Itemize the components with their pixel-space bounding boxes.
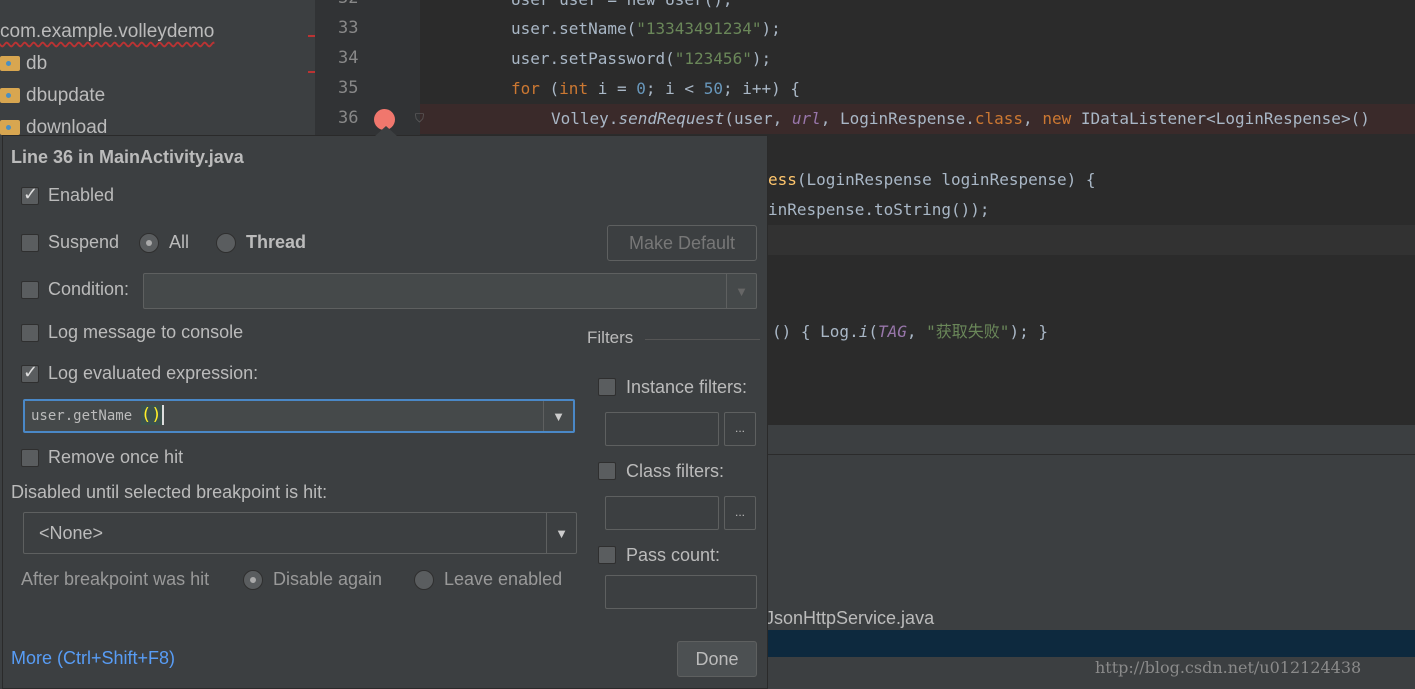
folder-db[interactable]: db <box>0 53 47 75</box>
code-line-32: User user = new User(); <box>511 0 733 9</box>
class-filters-input[interactable] <box>605 496 719 530</box>
pass-count-input[interactable] <box>605 575 757 609</box>
pass-count-label[interactable]: Pass count: <box>626 545 720 566</box>
after-hit-label: After breakpoint was hit <box>21 569 210 589</box>
class-filters-label[interactable]: Class filters: <box>626 461 724 482</box>
remove-once-hit-label[interactable]: Remove once hit <box>48 447 183 468</box>
line-number: 33 <box>338 18 359 38</box>
log-expression-checkbox[interactable] <box>21 362 39 383</box>
class-filters-checkbox[interactable] <box>598 462 616 480</box>
disabled-until-select[interactable]: <None> ▼ <box>23 512 577 554</box>
leave-enabled-label[interactable]: Leave enabled <box>444 569 562 590</box>
code-line-38: ess(LoginRespense loginRespense) { <box>768 170 1096 189</box>
disabled-until-label: Disabled until selected breakpoint is hi… <box>11 482 328 502</box>
code-line-35: for (int i = 0; i < 50; i++) { <box>511 79 801 98</box>
chevron-down-icon[interactable]: ▼ <box>726 274 756 308</box>
line-number: 34 <box>338 48 359 68</box>
suspend-thread-label[interactable]: Thread <box>246 232 306 253</box>
instance-filters-label[interactable]: Instance filters: <box>626 377 747 398</box>
chevron-down-icon[interactable]: ▼ <box>543 401 573 431</box>
folder-icon <box>0 56 20 71</box>
instance-filters-checkbox[interactable] <box>598 378 616 396</box>
suspend-all-label[interactable]: All <box>169 232 189 253</box>
enabled-checkbox[interactable] <box>21 184 39 205</box>
package-item[interactable]: com.example.volleydemo <box>0 21 214 43</box>
enabled-label[interactable]: Enabled <box>48 185 114 206</box>
code-line-42: () { Log.i(TAG, "获取失败"); } <box>772 322 1048 341</box>
instance-filters-input[interactable] <box>605 412 719 446</box>
file-path[interactable]: t\JsonHttpService.java <box>755 608 934 629</box>
leave-enabled-radio[interactable] <box>414 570 434 590</box>
instance-filters-browse-button[interactable]: ... <box>724 412 756 446</box>
code-line-39: inRespense.toString()); <box>768 200 990 219</box>
expression-parens: () <box>141 405 165 425</box>
code-line-34: user.setPassword("123456"); <box>511 49 772 68</box>
line-number: 35 <box>338 78 359 98</box>
disable-again-label[interactable]: Disable again <box>273 569 382 590</box>
filters-divider <box>645 339 760 340</box>
line-number: 32 <box>338 0 358 8</box>
popup-pointer <box>375 126 397 136</box>
disable-again-radio[interactable] <box>243 570 263 590</box>
class-filters-browse-button[interactable]: ... <box>724 496 756 530</box>
watermark: http://blog.csdn.net/u012124438 <box>1095 658 1362 677</box>
folder-label: db <box>26 53 48 74</box>
more-link[interactable]: More (Ctrl+Shift+F8) <box>11 648 175 669</box>
remove-once-hit-checkbox[interactable] <box>21 449 39 467</box>
pass-count-checkbox[interactable] <box>598 546 616 564</box>
condition-checkbox[interactable] <box>21 281 39 299</box>
code-line-33: user.setName("13343491234"); <box>511 19 781 38</box>
condition-label[interactable]: Condition: <box>48 279 129 300</box>
select-value: <None> <box>39 523 104 543</box>
package-label: com.example.volleydemo <box>0 21 215 42</box>
expression-text: user.getName <box>31 408 133 424</box>
folder-label: dbupdate <box>26 85 106 106</box>
done-button[interactable]: Done <box>677 641 757 677</box>
folder-icon <box>0 88 20 103</box>
log-message-checkbox[interactable] <box>21 324 39 342</box>
condition-input[interactable]: ▼ <box>143 273 757 309</box>
folder-dbupdate[interactable]: dbupdate <box>0 85 105 107</box>
suspend-checkbox[interactable] <box>21 234 39 252</box>
log-expression-label[interactable]: Log evaluated expression: <box>48 363 258 384</box>
line-number: 36 <box>338 108 359 128</box>
dialog-title: Line 36 in MainActivity.java <box>11 147 244 167</box>
folder-icon <box>0 120 20 135</box>
suspend-label[interactable]: Suspend <box>48 232 119 253</box>
filters-heading: Filters <box>587 328 634 347</box>
breakpoint-dialog: Line 36 in MainActivity.java Enabled Sus… <box>2 126 768 689</box>
fold-icon[interactable]: ⛉ <box>415 111 424 126</box>
log-expression-input[interactable]: user.getName () ▼ <box>23 399 575 433</box>
make-default-button[interactable]: Make Default <box>607 225 757 261</box>
chevron-down-icon[interactable]: ▼ <box>546 513 576 553</box>
suspend-thread-radio[interactable] <box>216 233 236 253</box>
suspend-all-radio[interactable] <box>139 233 159 253</box>
log-message-label[interactable]: Log message to console <box>48 322 243 343</box>
code-line-36: Volley.sendRequest(user, url, LoginRespe… <box>551 109 1370 128</box>
